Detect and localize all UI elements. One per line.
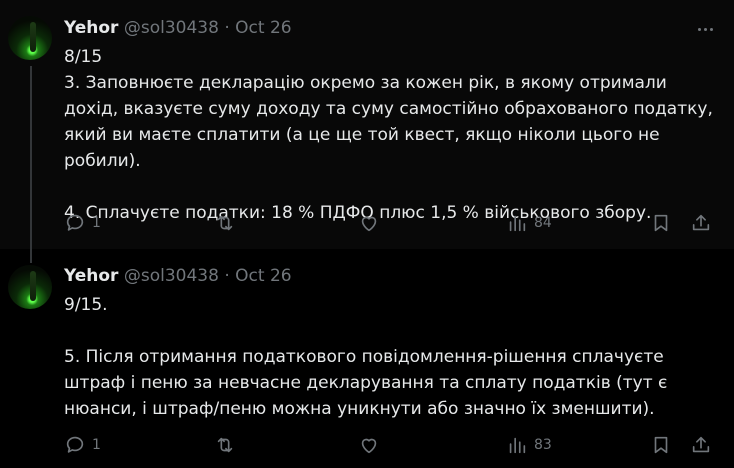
reply-icon	[66, 436, 84, 453]
more-icon[interactable]	[690, 18, 720, 40]
reply-button[interactable]: 1	[64, 433, 101, 457]
reply-count: 1	[92, 437, 101, 453]
views-count: 83	[534, 437, 552, 453]
like-icon	[361, 216, 377, 232]
views-icon	[509, 437, 526, 454]
tweet-actions: 1 83	[64, 433, 724, 457]
avatar[interactable]	[8, 16, 52, 60]
retweet-button[interactable]	[214, 211, 236, 235]
share-button[interactable]	[690, 211, 712, 235]
views-button[interactable]: 83	[506, 433, 552, 457]
author-name[interactable]: Yehor	[64, 18, 118, 38]
author-name[interactable]: Yehor	[64, 266, 118, 286]
tweet-8-15[interactable]: Yehor @sol30438 · Oct 26 8/15 3. Заповню…	[0, 0, 734, 249]
retweet-icon	[217, 215, 233, 231]
bookmark-button[interactable]	[650, 211, 672, 235]
views-count: 84	[534, 215, 552, 231]
bookmark-icon	[654, 436, 668, 454]
author-handle[interactable]: @sol30438	[124, 18, 219, 38]
thread-line	[30, 249, 32, 263]
share-icon	[692, 214, 710, 231]
share-button[interactable]	[690, 433, 712, 457]
like-button[interactable]	[358, 211, 380, 235]
like-button[interactable]	[358, 433, 380, 457]
tweet-header: Yehor @sol30438 · Oct 26	[64, 18, 292, 38]
tweet-line: 3. Заповнюєте декларацію окремо за кожен…	[64, 73, 713, 171]
tweet-date[interactable]: Oct 26	[235, 266, 291, 286]
views-button[interactable]: 84	[506, 211, 552, 235]
reply-count: 1	[92, 215, 101, 231]
tweet-text: 8/15 3. Заповнюєте декларацію окремо за …	[64, 44, 724, 226]
tweet-line: 9/15.	[64, 295, 108, 315]
like-icon	[361, 438, 377, 454]
retweet-icon	[217, 437, 233, 453]
author-handle[interactable]: @sol30438	[124, 266, 219, 286]
share-icon	[692, 436, 710, 453]
views-icon	[509, 215, 526, 232]
separator-dot: ·	[224, 266, 230, 286]
tweet-9-15[interactable]: Yehor @sol30438 · Oct 26 9/15. 5. Після …	[0, 249, 734, 468]
tweet-date[interactable]: Oct 26	[235, 18, 291, 38]
tweet-header: Yehor @sol30438 · Oct 26	[64, 266, 292, 286]
thread-line	[30, 66, 32, 249]
tweet-text: 9/15. 5. Після отримання податкового пов…	[64, 292, 724, 422]
tweet-line: 5. Після отримання податкового повідомле…	[64, 347, 668, 419]
bookmark-icon	[654, 214, 668, 232]
bookmark-button[interactable]	[650, 433, 672, 457]
separator-dot: ·	[224, 18, 230, 38]
reply-button[interactable]: 1	[64, 211, 101, 235]
retweet-button[interactable]	[214, 433, 236, 457]
tweet-actions: 1 84	[64, 211, 724, 235]
tweet-line: 8/15	[64, 47, 103, 67]
reply-icon	[66, 214, 84, 231]
avatar[interactable]	[8, 265, 52, 309]
